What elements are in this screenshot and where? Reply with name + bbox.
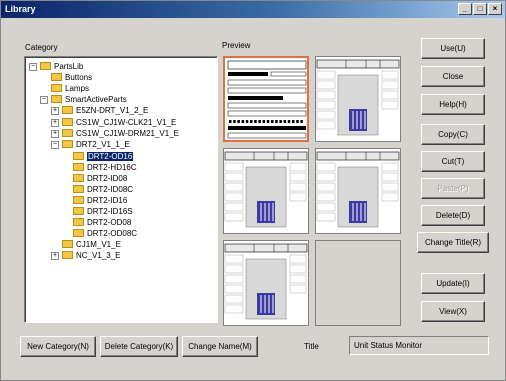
paste-button[interactable]: Paste(P) xyxy=(421,178,485,199)
folder-icon xyxy=(62,139,73,148)
folder-icon xyxy=(51,83,62,92)
folder-icon xyxy=(62,128,73,137)
tree-item[interactable]: CS1W_CJ1W-CLK21_V1_E xyxy=(62,117,176,128)
update-button[interactable]: Update(I) xyxy=(421,273,485,294)
tree-item-label: DRT2-OD08 xyxy=(87,218,132,227)
tree-item[interactable]: DRT2-OD08 xyxy=(73,217,131,228)
preview-thumbnail-empty[interactable] xyxy=(315,240,401,326)
tree-item[interactable]: CJ1M_V1_E xyxy=(62,239,121,250)
maximize-button[interactable]: □ xyxy=(473,3,487,15)
delete-button[interactable]: Delete(D) xyxy=(421,205,485,226)
tree-item-label: PartsLib xyxy=(54,62,84,71)
library-window: Library _ □ × Category Preview − PartsLib… xyxy=(0,0,506,381)
change-name-button[interactable]: Change Name(M) xyxy=(182,336,258,357)
tree-expander[interactable]: + xyxy=(51,119,59,127)
tree-item-label: Buttons xyxy=(65,73,93,82)
preview-thumbnail[interactable] xyxy=(315,56,401,142)
folder-icon xyxy=(62,239,73,248)
tree-item-label: NC_V1_3_E xyxy=(76,251,121,260)
folder-icon xyxy=(51,72,62,81)
tree-item[interactable]: NC_V1_3_E xyxy=(62,250,120,261)
title-bar[interactable]: Library _ □ × xyxy=(1,1,505,18)
close-button[interactable]: Close xyxy=(421,66,485,87)
folder-icon xyxy=(40,61,51,70)
folder-icon xyxy=(51,94,62,103)
tree-item-label: DRT2-HD16C xyxy=(87,163,137,172)
tree-item-label: DRT2-ID16S xyxy=(87,207,133,216)
view-button[interactable]: View(X) xyxy=(421,301,485,322)
title-label: Title xyxy=(304,342,319,351)
preview-thumbnail[interactable] xyxy=(223,148,309,234)
preview-thumbnail[interactable] xyxy=(315,148,401,234)
folder-icon xyxy=(73,195,84,204)
tree-item-label: CS1W_CJ1W-DRM21_V1_E xyxy=(76,129,179,138)
folder-icon xyxy=(73,184,84,193)
tree-item[interactable]: Buttons xyxy=(51,72,92,83)
tree-item-label: CS1W_CJ1W-CLK21_V1_E xyxy=(76,118,177,127)
tree-item-label: Lamps xyxy=(65,84,90,93)
new-category-button[interactable]: New Category(N) xyxy=(20,336,96,357)
tree-expander[interactable]: − xyxy=(40,96,48,104)
preview-label: Preview xyxy=(222,41,251,50)
tree-item[interactable]: DRT2-OD08C xyxy=(73,228,137,239)
folder-icon xyxy=(73,217,84,226)
tree-expander[interactable]: − xyxy=(51,141,59,149)
tree-item[interactable]: PartsLib xyxy=(40,61,83,72)
tree-item-label: DRT2_V1_1_E xyxy=(76,140,130,149)
preview-thumbnail[interactable] xyxy=(223,240,309,326)
tree-item-label: DRT2-ID08C xyxy=(87,185,134,194)
tree-expander[interactable]: + xyxy=(51,107,59,115)
tree-item-label: DRT2-OD16 xyxy=(87,152,134,161)
title-field[interactable]: Unit Status Monitor xyxy=(349,336,489,355)
tree-expander[interactable]: − xyxy=(29,63,37,71)
tree-item-label: DRT2-ID16 xyxy=(87,196,128,205)
preview-thumbnail[interactable] xyxy=(223,56,309,142)
tree-item[interactable]: DRT2-ID08C xyxy=(73,184,133,195)
preview-panel xyxy=(221,56,401,326)
close-window-button[interactable]: × xyxy=(488,3,502,15)
minimize-button[interactable]: _ xyxy=(458,3,472,15)
tree-item[interactable]: DRT2-HD16C xyxy=(73,162,137,173)
tree-item[interactable]: DRT2-ID16 xyxy=(73,195,127,206)
tree-expander[interactable]: + xyxy=(51,252,59,260)
copy-button[interactable]: Copy(C) xyxy=(421,124,485,145)
folder-icon xyxy=(73,173,84,182)
category-tree[interactable]: − PartsLib Buttons Lamps − SmartActiveParts + E… xyxy=(24,56,218,323)
folder-icon xyxy=(73,206,84,215)
help-button[interactable]: Help(H) xyxy=(421,94,485,115)
category-label: Category xyxy=(25,43,58,52)
folder-icon xyxy=(73,162,84,171)
tree-item-label: SmartActiveParts xyxy=(65,95,127,104)
folder-icon xyxy=(73,151,84,160)
tree-item[interactable]: CS1W_CJ1W-DRM21_V1_E xyxy=(62,128,179,139)
delete-category-button[interactable]: Delete Category(K) xyxy=(100,336,178,357)
tree-item[interactable]: DRT2_V1_1_E xyxy=(62,139,130,150)
tree-item[interactable]: E5ZN-DRT_V1_2_E xyxy=(62,105,148,116)
cut-button[interactable]: Cut(T) xyxy=(421,151,485,172)
tree-item[interactable]: Lamps xyxy=(51,83,89,94)
tree-item-label: DRT2-OD08C xyxy=(87,229,138,238)
tree-item[interactable]: DRT2-ID08 xyxy=(73,173,127,184)
tree-item[interactable]: SmartActiveParts xyxy=(51,94,127,105)
folder-icon xyxy=(62,105,73,114)
folder-icon xyxy=(73,228,84,237)
folder-icon xyxy=(62,250,73,259)
window-title: Library xyxy=(5,4,36,14)
tree-item-label: E5ZN-DRT_V1_2_E xyxy=(76,106,149,115)
tree-item-label: DRT2-ID08 xyxy=(87,174,128,183)
use-button[interactable]: Use(U) xyxy=(421,38,485,59)
tree-expander[interactable]: + xyxy=(51,130,59,138)
change-title-button[interactable]: Change Title(R) xyxy=(417,232,489,253)
tree-item[interactable]: DRT2-OD16 xyxy=(73,151,134,162)
folder-icon xyxy=(62,117,73,126)
tree-item-label: CJ1M_V1_E xyxy=(76,240,121,249)
tree-item[interactable]: DRT2-ID16S xyxy=(73,206,133,217)
